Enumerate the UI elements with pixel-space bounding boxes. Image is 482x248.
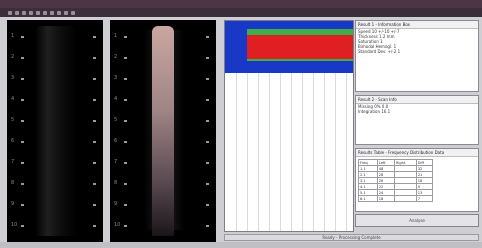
depth-tick (93, 204, 96, 206)
ultrasound-view-left[interactable]: 1 2 3 4 5 6 7 8 9 10 (7, 20, 103, 242)
depth-tick (93, 225, 96, 227)
results-table-title: Results Table - Frequency Distribution D… (356, 149, 478, 157)
bottom-strip (0, 242, 482, 248)
depth-tick (124, 204, 127, 206)
scan-info-box: Result 2 - Scan Info Missing 0% 0.0 Integ… (355, 95, 479, 145)
tool-icon-5[interactable] (36, 10, 40, 15)
depth-tick (124, 162, 127, 164)
depth-tick (206, 204, 209, 206)
depth-tick (206, 99, 209, 101)
depth-label: 3 (11, 75, 15, 81)
depth-label: 2 (11, 54, 15, 60)
depth-tick (21, 57, 24, 59)
tool-icon-1[interactable] (8, 10, 12, 15)
depth-tick (93, 183, 96, 185)
depth-tick (93, 99, 96, 101)
depth-tick (124, 225, 127, 227)
depth-tick (206, 162, 209, 164)
result-info-box: Result 1 - Information Box Speed 10 +/-1… (355, 20, 479, 92)
tool-icon-2[interactable] (15, 10, 19, 15)
depth-tick (93, 120, 96, 122)
tool-icon-6[interactable] (43, 10, 47, 15)
depth-tick (124, 120, 127, 122)
depth-tick (21, 36, 24, 38)
depth-tick (21, 183, 24, 185)
depth-tick (21, 162, 24, 164)
band-blue-edge (225, 29, 247, 63)
depth-label: 10 (11, 222, 18, 228)
table-cell (393, 195, 417, 202)
ultrasound-beam (35, 26, 77, 236)
depth-tick (124, 36, 127, 38)
results-table: Freq Left Right Diff 1.1 48 32 2.1 28 21 3.1 26 18 4.… (358, 159, 434, 202)
depth-tick (206, 57, 209, 59)
depth-tick (93, 141, 96, 143)
depth-label: 1 (11, 33, 15, 39)
title-bar (0, 0, 482, 8)
table-cell: 7 (415, 195, 434, 202)
tool-icon-9[interactable] (64, 10, 68, 15)
depth-tick (93, 57, 96, 59)
tool-icon-4[interactable] (29, 10, 33, 15)
depth-tick (206, 78, 209, 80)
depth-tick (21, 141, 24, 143)
depth-label: 9 (11, 201, 15, 207)
depth-label: 5 (11, 117, 15, 123)
depth-tick (206, 36, 209, 38)
info-line: Standard Dev. +/-2.1 (358, 49, 401, 54)
depth-tick (21, 225, 24, 227)
depth-tick (206, 120, 209, 122)
table-cell: 6.1 (358, 195, 378, 202)
depth-label: 5 (114, 117, 118, 123)
depth-tick (206, 141, 209, 143)
depth-tick (124, 57, 127, 59)
depth-label: 6 (114, 138, 118, 144)
depth-tick (93, 162, 96, 164)
tool-icon-3[interactable] (22, 10, 26, 15)
tool-icon-8[interactable] (57, 10, 61, 15)
depth-tick (124, 99, 127, 101)
scan-info-title: Result 2 - Scan Info (356, 96, 478, 104)
depth-label: 7 (11, 159, 15, 165)
depth-label: 3 (114, 75, 118, 81)
info-line: Integration 16.1 (358, 109, 391, 114)
depth-tick (93, 36, 96, 38)
depth-tick (124, 78, 127, 80)
depth-tick (21, 204, 24, 206)
depth-label: 8 (11, 180, 15, 186)
depth-tick (93, 78, 96, 80)
frequency-graph[interactable] (224, 20, 354, 232)
depth-tick (124, 141, 127, 143)
depth-tick (21, 78, 24, 80)
depth-label: 7 (114, 159, 118, 165)
status-bar: Ready - Processing Complete (224, 234, 479, 241)
band-blue-top (225, 21, 353, 29)
analyse-button[interactable]: Analyse (355, 214, 479, 227)
depth-label: 8 (114, 180, 118, 186)
table-cell: 18 (376, 195, 395, 202)
depth-label: 4 (114, 96, 118, 102)
depth-label: 4 (11, 96, 15, 102)
results-table-box: Results Table - Frequency Distribution D… (355, 148, 479, 212)
table-row: 6.1 18 7 (358, 195, 434, 202)
ultrasound-view-right[interactable]: 1 2 3 4 5 6 7 8 9 10 (110, 20, 216, 242)
result-info-title: Result 1 - Information Box (356, 21, 478, 29)
depth-tick (206, 183, 209, 185)
depth-tick (21, 120, 24, 122)
colored-beam (152, 26, 174, 236)
depth-label: 9 (114, 201, 118, 207)
depth-label: 1 (114, 33, 118, 39)
toolbar (0, 8, 482, 17)
tool-icon-7[interactable] (50, 10, 54, 15)
tool-icon-10[interactable] (71, 10, 75, 15)
depth-label: 10 (114, 222, 121, 228)
depth-tick (206, 225, 209, 227)
depth-label: 2 (114, 54, 118, 60)
depth-tick (21, 99, 24, 101)
depth-label: 6 (11, 138, 15, 144)
depth-tick (124, 183, 127, 185)
